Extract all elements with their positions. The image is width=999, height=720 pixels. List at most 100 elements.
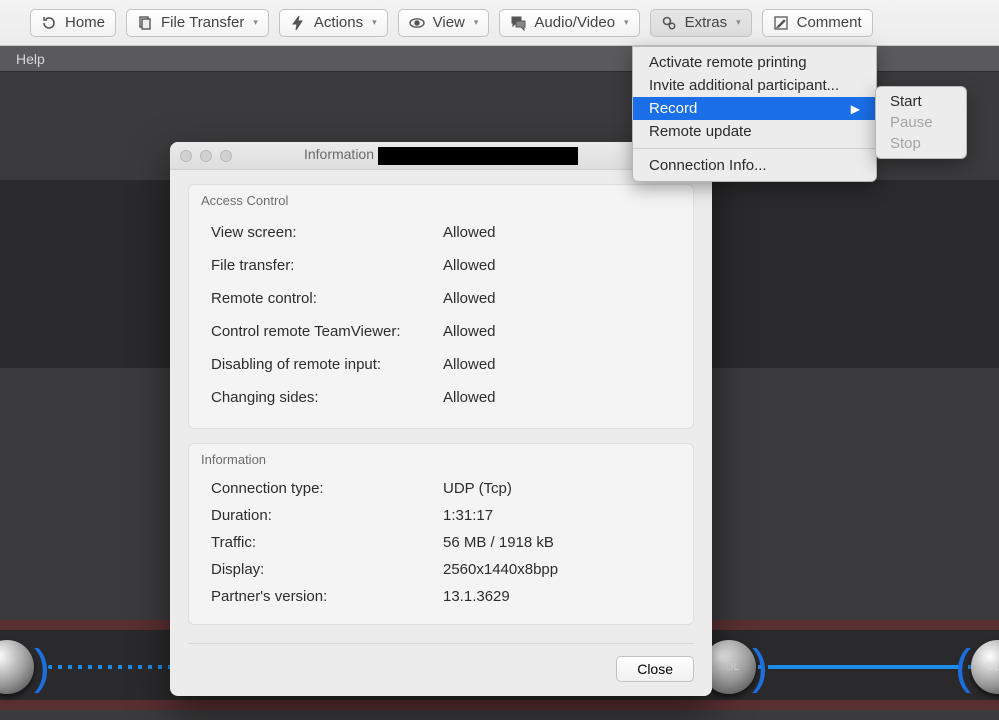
actions-button[interactable]: Actions ▾ — [279, 9, 388, 37]
kv-value: Allowed — [443, 323, 496, 340]
file-transfer-label: File Transfer — [161, 14, 244, 31]
extras-button[interactable]: Extras ▾ — [650, 9, 752, 37]
menu-item-label: Connection Info... — [649, 157, 767, 174]
menu-activate-remote-printing[interactable]: Activate remote printing — [633, 51, 876, 74]
files-icon — [137, 15, 153, 31]
gears-icon — [661, 15, 677, 31]
kv-value: Allowed — [443, 389, 496, 406]
kv-value: 56 MB / 1918 kB — [443, 534, 554, 551]
kv-key: Connection type: — [211, 480, 443, 497]
information-panel: Information Connection type:UDP (Tcp) Du… — [188, 443, 694, 625]
kv-row: File transfer:Allowed — [201, 249, 681, 282]
kv-row: Disabling of remote input:Allowed — [201, 348, 681, 381]
kv-value: Allowed — [443, 290, 496, 307]
kv-key: Remote control: — [211, 290, 443, 307]
home-button[interactable]: Home — [30, 9, 116, 37]
menu-record[interactable]: Record ▶ — [633, 97, 876, 120]
comment-button[interactable]: Comment — [762, 9, 873, 37]
audio-video-button[interactable]: Audio/Video ▾ — [499, 9, 639, 37]
menu-invite-participant[interactable]: Invite additional participant... — [633, 74, 876, 97]
chevron-down-icon: ▾ — [474, 17, 479, 28]
eye-icon — [409, 15, 425, 31]
menu-item-label: Remote update — [649, 123, 752, 140]
redacted-title-icon — [378, 147, 578, 165]
view-button[interactable]: View ▾ — [398, 9, 490, 37]
kv-key: Partner's version: — [211, 588, 443, 605]
kv-row: Partner's version:13.1.3629 — [201, 583, 681, 610]
record-submenu: Start Pause Stop — [875, 86, 967, 159]
menu-item-label: Activate remote printing — [649, 54, 807, 71]
session-toolbar: Home File Transfer ▾ Actions ▾ View ▾ Au… — [0, 0, 999, 46]
kv-row: Display:2560x1440x8bpp — [201, 556, 681, 583]
panel-heading: Access Control — [201, 193, 681, 208]
node-orb-lut[interactable]: LUT — [971, 640, 999, 694]
access-control-panel: Access Control View screen:Allowed File … — [188, 184, 694, 429]
bolt-icon — [290, 15, 306, 31]
menu-separator — [633, 148, 876, 149]
zoom-window-icon[interactable] — [220, 150, 232, 162]
chevron-down-icon: ▾ — [372, 17, 377, 28]
chevron-down-icon: ▾ — [253, 17, 258, 28]
menu-connection-info[interactable]: Connection Info... — [633, 154, 876, 177]
comment-label: Comment — [797, 14, 862, 31]
dialog-title-text: Information — [304, 146, 374, 162]
close-window-icon[interactable] — [180, 150, 192, 162]
kv-key: Display: — [211, 561, 443, 578]
menu-item-label: Pause — [890, 114, 933, 131]
kv-value: Allowed — [443, 257, 496, 274]
submenu-start[interactable]: Start — [876, 91, 966, 112]
kv-row: Changing sides:Allowed — [201, 381, 681, 414]
dialog-footer: Close — [188, 643, 694, 696]
kv-row: Remote control:Allowed — [201, 282, 681, 315]
kv-row: Control remote TeamViewer:Allowed — [201, 315, 681, 348]
submenu-pause: Pause — [876, 112, 966, 133]
close-button[interactable]: Close — [616, 656, 694, 682]
node-orb[interactable] — [0, 640, 34, 694]
submenu-stop: Stop — [876, 133, 966, 154]
dialog-titlebar[interactable]: Information — [170, 142, 712, 170]
menu-remote-update[interactable]: Remote update — [633, 120, 876, 143]
help-menu[interactable]: Help — [16, 51, 45, 67]
node-wire — [768, 665, 961, 669]
chevron-down-icon: ▾ — [736, 17, 741, 28]
kv-key: Control remote TeamViewer: — [211, 323, 443, 340]
kv-row: Duration:1:31:17 — [201, 502, 681, 529]
kv-value: 13.1.3629 — [443, 588, 510, 605]
menu-item-label: Invite additional participant... — [649, 77, 839, 94]
kv-key: Traffic: — [211, 534, 443, 551]
kv-key: Duration: — [211, 507, 443, 524]
kv-value: UDP (Tcp) — [443, 480, 512, 497]
extras-menu: Activate remote printing Invite addition… — [632, 46, 877, 182]
panel-heading: Information — [201, 452, 681, 467]
file-transfer-button[interactable]: File Transfer ▾ — [126, 9, 269, 37]
extras-label: Extras — [685, 14, 728, 31]
audio-video-label: Audio/Video — [534, 14, 615, 31]
minimize-window-icon[interactable] — [200, 150, 212, 162]
kv-value: 1:31:17 — [443, 507, 493, 524]
kv-key: View screen: — [211, 224, 443, 241]
menu-item-label: Stop — [890, 135, 921, 152]
kv-key: Changing sides: — [211, 389, 443, 406]
kv-row: View screen:Allowed — [201, 216, 681, 249]
paren-icon: ( — [955, 640, 971, 695]
dialog-title: Information — [170, 146, 712, 164]
edit-icon — [773, 15, 789, 31]
window-controls — [180, 150, 232, 162]
menu-item-label: Record — [649, 100, 697, 117]
chat-icon — [510, 15, 526, 31]
kv-value: Allowed — [443, 224, 496, 241]
connection-info-dialog: Information Access Control View screen:A… — [170, 142, 712, 696]
kv-key: Disabling of remote input: — [211, 356, 443, 373]
actions-label: Actions — [314, 14, 363, 31]
kv-row: Connection type:UDP (Tcp) — [201, 475, 681, 502]
kv-value: Allowed — [443, 356, 496, 373]
home-label: Home — [65, 14, 105, 31]
menu-item-label: Start — [890, 93, 922, 110]
kv-value: 2560x1440x8bpp — [443, 561, 558, 578]
kv-key: File transfer: — [211, 257, 443, 274]
view-label: View — [433, 14, 465, 31]
paren-icon: ) — [752, 640, 768, 695]
kv-row: Traffic:56 MB / 1918 kB — [201, 529, 681, 556]
submenu-arrow-icon: ▶ — [851, 102, 860, 116]
chevron-down-icon: ▾ — [624, 17, 629, 28]
